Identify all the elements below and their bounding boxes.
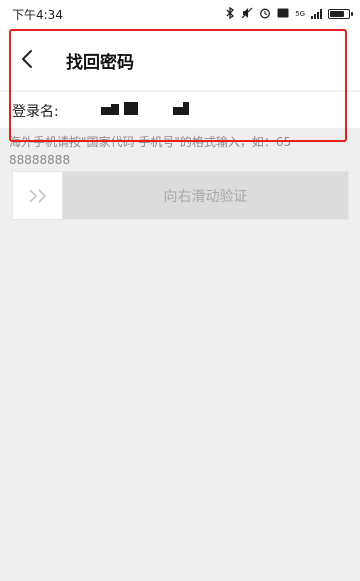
double-chevron-right-icon bbox=[28, 188, 46, 203]
mute-icon bbox=[241, 7, 253, 22]
status-bar: 下午4:34 5G bbox=[0, 0, 360, 28]
back-button[interactable] bbox=[12, 44, 42, 74]
chevron-left-icon bbox=[22, 50, 32, 68]
header: 找回密码 bbox=[0, 28, 360, 90]
slide-verify[interactable]: 向右滑动验证 bbox=[12, 171, 349, 220]
slider-label: 向右滑动验证 bbox=[163, 188, 248, 205]
message-icon bbox=[277, 7, 289, 21]
signal-icon bbox=[311, 9, 322, 19]
network-type-label: 5G bbox=[295, 9, 305, 18]
page-title: 找回密码 bbox=[66, 53, 134, 73]
bluetooth-icon bbox=[226, 6, 235, 22]
battery-icon bbox=[328, 9, 353, 19]
status-time: 下午4:34 bbox=[12, 8, 63, 22]
slider-handle[interactable] bbox=[13, 172, 63, 219]
alarm-icon bbox=[259, 7, 271, 22]
status-icons: 5G bbox=[226, 6, 353, 22]
login-name-field[interactable]: 登录名: bbox=[0, 92, 360, 128]
format-hint: 海外手机请按"国家代码 手机号"的格式输入，如：65 88888888 bbox=[9, 135, 292, 167]
login-name-label: 登录名: bbox=[12, 104, 59, 120]
screen: 下午4:34 5G 找回密码 登录名: 海外手机请按"国家代码 手机号"的格式输… bbox=[0, 0, 360, 581]
network-type-icon: 5G bbox=[295, 9, 305, 18]
